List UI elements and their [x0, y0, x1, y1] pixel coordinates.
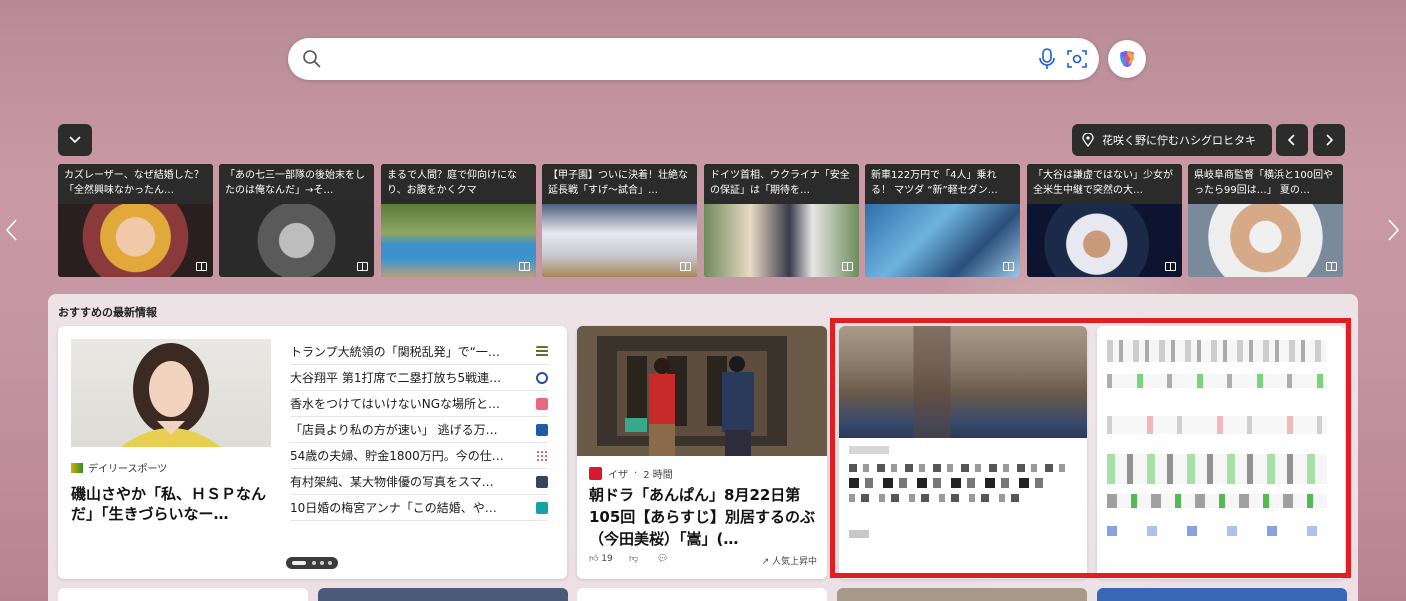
headline-image [1188, 204, 1343, 277]
article-card[interactable] [837, 588, 1087, 601]
article-image [577, 326, 827, 456]
source-logo-icon [589, 467, 602, 480]
list-item[interactable]: 10日婚の梅宮アンナ「この結婚、や… [290, 495, 548, 521]
reader-icon [357, 262, 368, 271]
reader-icon [196, 262, 207, 271]
headline-title: まるで人間？庭で仰向けになり、お腹をかくクマ [381, 164, 536, 204]
headline-card[interactable]: 新車122万円で「4人」乗れる！ マツダ “新”軽セダン… [865, 164, 1020, 277]
next-background-button[interactable] [1313, 124, 1345, 156]
search-input[interactable] [328, 46, 1008, 72]
headline-image [58, 204, 213, 277]
article-card[interactable] [58, 588, 308, 601]
top-stories-list: トランプ大統領の「関税乱発」で“一… 大谷翔平 第1打席で二塁打放ち5戦連… 香… [290, 339, 548, 521]
article-card[interactable] [318, 588, 568, 601]
reader-icon [519, 262, 530, 271]
trending-badge: ↗ 人気上昇中 [761, 557, 817, 567]
copilot-button[interactable] [1108, 40, 1146, 78]
source-icon [536, 424, 548, 436]
headline-image [219, 204, 374, 277]
location-pin-icon [1082, 133, 1094, 147]
reader-icon [1003, 262, 1014, 271]
feed-title: おすすめの最新情報 [58, 306, 157, 319]
copilot-icon [1120, 51, 1134, 67]
source-icon [536, 476, 548, 488]
reader-icon [842, 262, 853, 271]
headline-card[interactable]: まるで人間？庭で仰向けになり、お腹をかくクマ [381, 164, 536, 277]
headline-title: カズレーザー、なぜ結婚した？「全然興味なかったん… [58, 164, 213, 204]
list-item[interactable]: 「店員より私の方が速い」 逃げる万… [290, 417, 548, 443]
source-icon [536, 346, 548, 358]
location-label: 花咲く野に佇むハシグロヒタキ [1102, 134, 1256, 147]
carousel-left-arrow[interactable] [4, 218, 18, 246]
headline-image [381, 204, 536, 277]
headline-title: 県岐阜商監督「横浜と100回やったら99回は…」 夏の… [1188, 164, 1343, 204]
headline-card[interactable]: 「あの七三一部隊の後始末をしたのは俺なんだ」→そ… [219, 164, 374, 277]
search-icon [302, 49, 322, 73]
list-item[interactable]: 有村架純、某大物俳優の写真をスマ… [290, 469, 548, 495]
headline-card[interactable]: 「大谷は謙虚ではない」少女が全米生中継で突然の大… [1027, 164, 1182, 277]
article-meta: イザ · 2 時間 [589, 466, 673, 481]
reader-icon [1165, 262, 1176, 271]
dislike-button[interactable]: 👎︎ [629, 554, 638, 564]
list-item[interactable]: 大谷翔平 第1打席で二塁打放ち5戦連… [290, 365, 548, 391]
headline-card[interactable]: 県岐阜商監督「横浜と100回やったら99回は…」 夏の… [1188, 164, 1343, 277]
expand-dropdown-button[interactable] [58, 124, 92, 156]
headline-card[interactable]: カズレーザー、なぜ結婚した？「全然興味なかったん… [58, 164, 213, 277]
chevron-left-icon [1287, 134, 1295, 146]
article-image[interactable] [71, 339, 271, 447]
source-icon [536, 450, 548, 462]
search-bar[interactable] [288, 38, 1099, 80]
list-item[interactable]: 香水をつけてはいけないNGな場所と… [290, 391, 548, 417]
carousel-right-arrow[interactable] [1387, 218, 1401, 246]
source-icon [536, 372, 548, 384]
article-source: デイリースポーツ [71, 460, 167, 475]
top-stories-card: デイリースポーツ 磯山さやか「私、ＨＳＰなんだ」「生きづらいなー… トランプ大統… [58, 326, 567, 579]
reader-icon [680, 262, 691, 271]
chevron-right-icon [1326, 134, 1334, 146]
headline-title: 【甲子園】ついに決着！壮絶な延長戦「すげ～試合」… [542, 164, 697, 204]
headline-card[interactable]: 【甲子園】ついに決着！壮絶な延長戦「すげ～試合」… [542, 164, 697, 277]
article-card[interactable] [577, 588, 827, 601]
article-headline[interactable]: 磯山さやか「私、ＨＳＰなんだ」「生きづらいなー… [71, 484, 276, 524]
list-item[interactable]: 54歳の夫婦、貯金1800万円。今の仕… [290, 443, 548, 469]
microphone-icon[interactable] [1038, 48, 1056, 74]
chevron-down-icon [69, 136, 81, 144]
background-location-button[interactable]: 花咲く野に佇むハシグロヒタキ [1072, 124, 1272, 156]
source-icon [536, 398, 548, 410]
like-button[interactable]: 👍︎ 19 [589, 554, 613, 564]
headline-image [704, 204, 859, 277]
highlight-box [830, 318, 1351, 578]
headline-image [542, 204, 697, 277]
list-item[interactable]: トランプ大統領の「関税乱発」で“一… [290, 339, 548, 365]
visual-search-icon[interactable] [1066, 48, 1088, 74]
article-headline[interactable]: 朝ドラ「あんぱん」8月22日第105回【あらすじ】別居するのぶ（今田美桜）「嵩」… [589, 484, 817, 550]
comment-icon[interactable]: 💬︎ [657, 554, 668, 564]
chevron-right-icon [1388, 219, 1400, 241]
carousel-pager[interactable] [286, 557, 338, 569]
reader-icon [1326, 262, 1337, 271]
headline-title: 「あの七三一部隊の後始末をしたのは俺なんだ」→そ… [219, 164, 374, 204]
headline-title: 「大谷は謙虚ではない」少女が全米生中継で突然の大… [1027, 164, 1182, 204]
previous-background-button[interactable] [1276, 124, 1308, 156]
article-card[interactable] [1097, 588, 1347, 601]
headline-card[interactable]: ドイツ首相、ウクライナ「安全の保証」は「期待を… [704, 164, 859, 277]
headline-title: 新車122万円で「4人」乗れる！ マツダ “新”軽セダン… [865, 164, 1020, 204]
headline-image [865, 204, 1020, 277]
source-icon [536, 502, 548, 514]
chevron-left-icon [5, 219, 17, 241]
headline-title: ドイツ首相、ウクライナ「安全の保証」は「期待を… [704, 164, 859, 204]
source-logo-icon [71, 462, 83, 473]
article-card[interactable]: イザ · 2 時間 朝ドラ「あんぱん」8月22日第105回【あらすじ】別居するのぶ（… [577, 326, 827, 579]
headline-image [1027, 204, 1182, 277]
